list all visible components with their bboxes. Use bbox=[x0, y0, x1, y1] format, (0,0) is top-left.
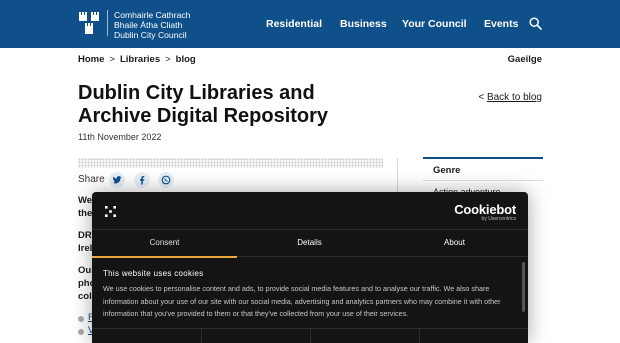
cookie-tabs: Consent Details About bbox=[92, 229, 528, 258]
cookiebot-mark-icon bbox=[105, 206, 116, 217]
facebook-icon bbox=[140, 176, 145, 185]
genre-divider bbox=[423, 180, 543, 181]
publish-date: 11th November 2022 bbox=[78, 132, 162, 142]
whatsapp-icon bbox=[161, 175, 171, 185]
breadcrumb-libraries[interactable]: Libraries bbox=[120, 54, 160, 65]
cookiebot-brand: Cookiebot bbox=[454, 202, 516, 217]
twitter-icon bbox=[112, 176, 122, 184]
share-label: Share bbox=[78, 174, 105, 185]
whatsapp-share-button[interactable] bbox=[158, 172, 174, 188]
back-chevron-icon: < bbox=[478, 92, 485, 103]
nav-events[interactable]: Events bbox=[484, 17, 518, 31]
genre-title: Genre bbox=[433, 165, 461, 176]
nav-business[interactable]: Business bbox=[340, 17, 387, 31]
list-bullet bbox=[78, 329, 84, 335]
breadcrumb: Home > Libraries > blog bbox=[78, 54, 196, 65]
list-bullet bbox=[78, 316, 84, 322]
cookie-consent-dialog: Cookiebot by Usercentrics Consent Detail… bbox=[92, 192, 528, 343]
cookie-body-text: We use cookies to personalise content an… bbox=[103, 284, 501, 318]
tab-consent[interactable]: Consent bbox=[92, 230, 237, 258]
twitter-share-button[interactable] bbox=[109, 172, 125, 188]
cookie-footer-divider bbox=[310, 329, 311, 343]
nav-your-council[interactable]: Your Council bbox=[402, 17, 467, 31]
breadcrumb-separator: > bbox=[165, 54, 171, 65]
breadcrumb-blog[interactable]: blog bbox=[176, 54, 196, 65]
dotted-divider bbox=[78, 158, 383, 168]
page-title: Dublin City Libraries and Archive Digita… bbox=[78, 82, 329, 127]
breadcrumb-home[interactable]: Home bbox=[78, 54, 104, 65]
cookie-heading: This website uses cookies bbox=[103, 269, 204, 278]
main-nav: Residential Business Your Council Events bbox=[0, 17, 620, 31]
site-header: Comhairle Cathrach Bhaile Átha Cliath Du… bbox=[0, 0, 620, 48]
breadcrumb-separator: > bbox=[109, 54, 115, 65]
cookie-footer-divider bbox=[419, 329, 420, 343]
article-text-fragment: the bbox=[78, 208, 93, 219]
logo-line-3: Dublin City Council bbox=[114, 30, 187, 40]
cookie-scrollbar[interactable] bbox=[522, 262, 525, 312]
facebook-share-button[interactable] bbox=[134, 172, 150, 188]
search-icon[interactable] bbox=[529, 17, 542, 30]
tab-details[interactable]: Details bbox=[237, 230, 382, 258]
genre-filter: Genre bbox=[423, 157, 543, 176]
article-text-fragment: We bbox=[78, 195, 93, 206]
language-toggle-gaeilge[interactable]: Gaeilge bbox=[508, 54, 542, 65]
nav-residential[interactable]: Residential bbox=[266, 17, 322, 31]
back-to-blog-label: Back to blog bbox=[486, 92, 542, 103]
cookie-footer-divider bbox=[201, 329, 202, 343]
back-to-blog-link[interactable]: < Back to blog bbox=[478, 92, 542, 103]
cookiebot-logo[interactable]: Cookiebot by Usercentrics bbox=[454, 202, 516, 222]
tab-about[interactable]: About bbox=[382, 230, 527, 258]
